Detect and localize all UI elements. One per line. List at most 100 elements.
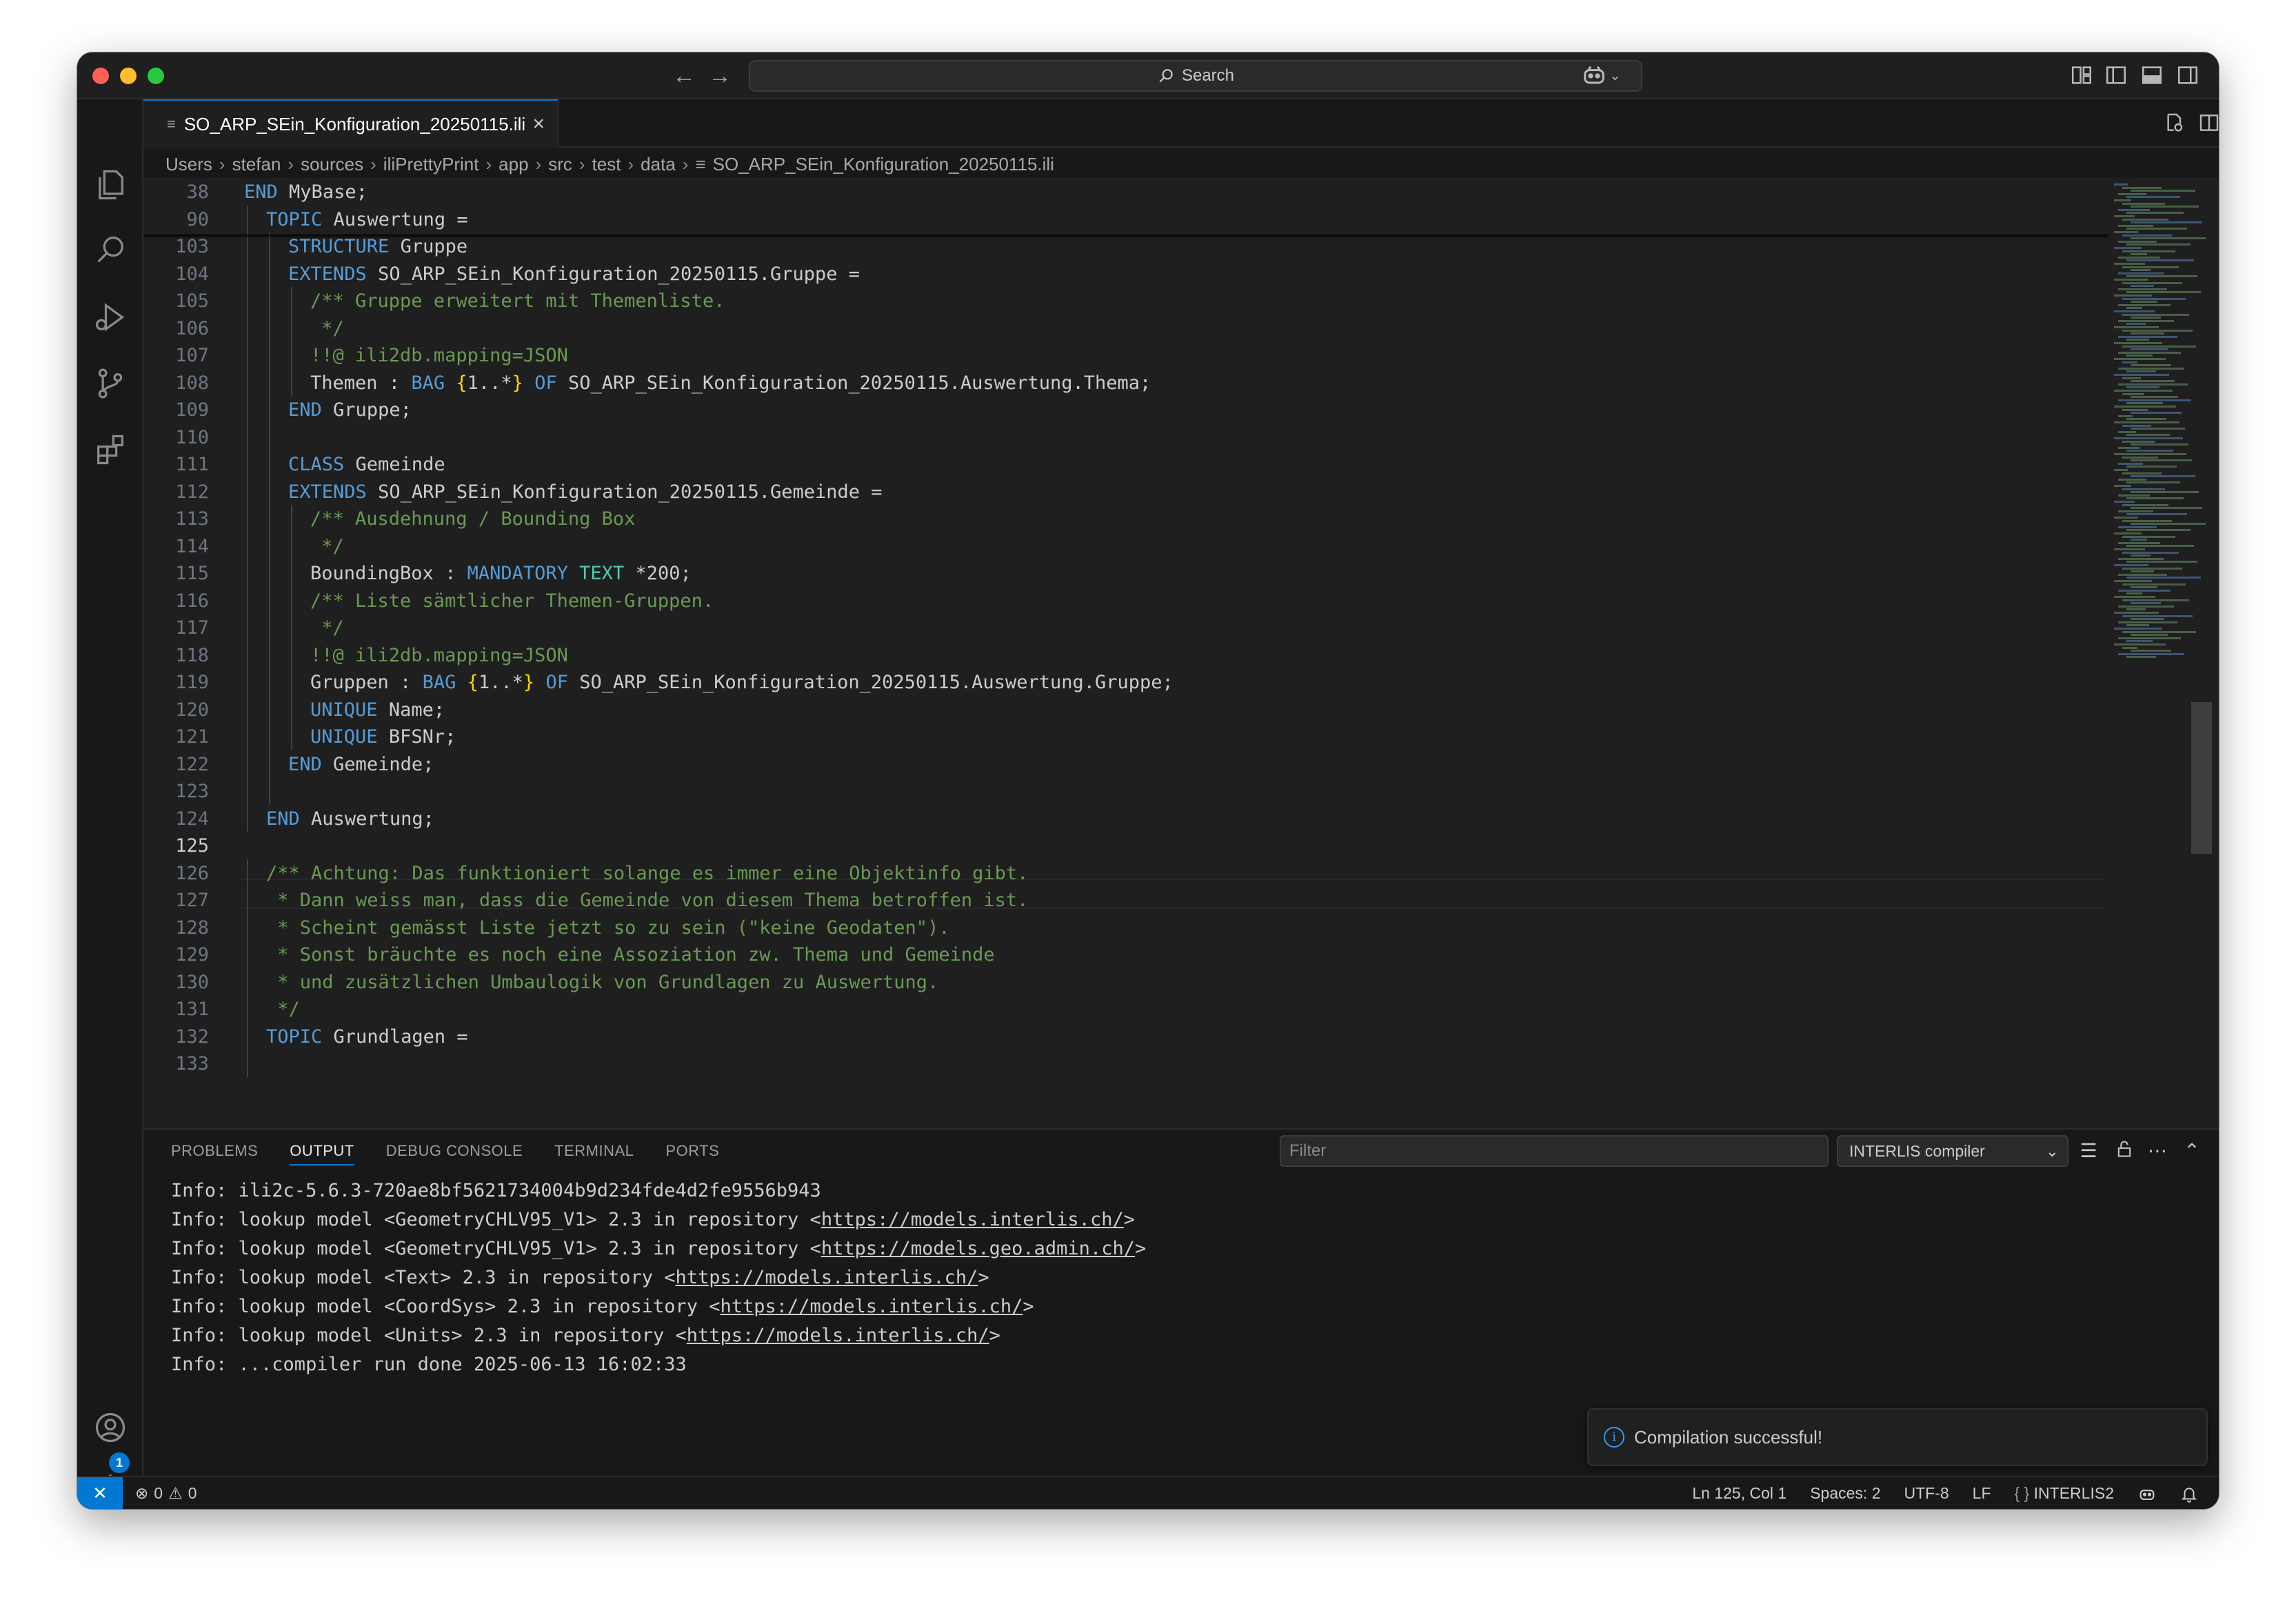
code-editor[interactable]: 38 END MyBase; 90 TOPIC Auswertung = 103 STRU…	[143, 178, 2219, 1174]
panel-tab-ports[interactable]: PORTS	[665, 1142, 719, 1165]
output-link[interactable]: https://models.interlis.ch/	[676, 1267, 978, 1288]
code-token: BFSNr;	[388, 726, 456, 748]
code-token: SO_ARP_SEin_Konfiguration_20250115.Gemei…	[378, 481, 883, 503]
line-number: 113	[175, 508, 209, 530]
minimap-line	[2126, 497, 2184, 500]
indent-guide	[247, 341, 248, 369]
notification-toast[interactable]: i Compilation successful!	[1587, 1408, 2208, 1466]
compare-changes-icon[interactable]	[2164, 112, 2188, 137]
keyword-token: EXTENDS	[288, 263, 367, 285]
lock-scroll-icon[interactable]	[2113, 1139, 2136, 1163]
code-line: 123	[143, 777, 2108, 806]
output-filter-input[interactable]: Filter	[1280, 1135, 1829, 1167]
indent-guide	[247, 259, 248, 287]
breadcrumb-item[interactable]: Users	[165, 154, 212, 175]
copilot-status-icon[interactable]	[2137, 1477, 2157, 1509]
minimap-line	[2122, 313, 2189, 316]
problems-status[interactable]: ⊗ 0 ⚠ 0	[135, 1477, 197, 1509]
panel-tab-debug-console[interactable]: DEBUG CONSOLE	[386, 1142, 523, 1165]
line-number: 116	[175, 590, 209, 612]
line-number: 123	[175, 781, 209, 802]
breadcrumb-item[interactable]: sources	[301, 154, 363, 175]
minimap-line	[2114, 342, 2162, 344]
extensions-icon[interactable]	[92, 432, 128, 468]
minimap-line	[2118, 208, 2150, 211]
bracket-token: {	[467, 672, 479, 693]
breadcrumb-item[interactable]: test	[592, 154, 621, 175]
minimap-line	[2131, 269, 2151, 272]
indent-guide	[247, 614, 248, 641]
line-number: 107	[175, 345, 209, 366]
tab-filename: SO_ARP_SEin_Konfiguration_20250115.ili	[183, 113, 526, 134]
customize-layout-icon[interactable]	[2070, 63, 2095, 88]
minimap[interactable]	[2111, 178, 2215, 674]
explorer-icon[interactable]	[92, 167, 128, 203]
output-text-tail: >	[1134, 1238, 1147, 1259]
output-link[interactable]: https://models.interlis.ch/	[821, 1209, 1124, 1230]
run-debug-icon[interactable]	[92, 299, 128, 335]
minimap-line	[2118, 573, 2167, 576]
copilot-menu-chevron-icon[interactable]: ⌄	[1609, 63, 1634, 88]
breadcrumb-item[interactable]: iliPrettyPrint	[383, 154, 479, 175]
bracket-token: }	[523, 672, 535, 693]
toggle-panel-icon[interactable]	[2140, 63, 2165, 88]
code-line: 127 * Dann weiss man, dass die Gemeinde …	[143, 886, 2108, 915]
output-link[interactable]: https://models.geo.admin.ch/	[821, 1238, 1135, 1259]
panel-tab-problems[interactable]: PROBLEMS	[171, 1142, 258, 1165]
encoding[interactable]: UTF-8	[1904, 1477, 1949, 1509]
split-editor-icon[interactable]	[2198, 112, 2219, 137]
close-panel-icon[interactable]: ×	[2215, 1139, 2219, 1163]
indent-guide	[247, 804, 248, 832]
search-icon[interactable]	[92, 232, 128, 268]
code-line: 126 /** Achtung: Das funktioniert solange…	[143, 859, 2108, 888]
editor-scrollbar[interactable]	[2191, 702, 2212, 854]
language-mode[interactable]: { } INTERLIS2	[2015, 1477, 2114, 1509]
breadcrumb-item[interactable]: SO_ARP_SEin_Konfiguration_20250115.ili	[713, 154, 1054, 175]
toggle-secondary-sidebar-icon[interactable]	[2176, 63, 2201, 88]
tab-editor-file[interactable]: ≡ SO_ARP_SEin_Konfiguration_20250115.ili…	[143, 99, 558, 148]
output-link[interactable]: https://models.interlis.ch/	[721, 1296, 1023, 1317]
remote-indicator-icon[interactable]: ✕	[77, 1477, 123, 1509]
code-line: 105 /** Gruppe erweitert mit Themenliste.	[143, 287, 2108, 316]
minimap-line	[2122, 329, 2193, 332]
command-center-search[interactable]: Search	[749, 60, 1642, 92]
panel-tab-output[interactable]: OUTPUT	[290, 1142, 354, 1165]
notifications-bell-icon[interactable]	[2180, 1477, 2198, 1509]
minimap-line	[2114, 183, 2128, 186]
breadcrumb-item[interactable]: app	[499, 154, 528, 175]
output-channel-select[interactable]: INTERLIS compiler ⌄	[1837, 1135, 2068, 1167]
file-lines-icon: ≡	[167, 115, 176, 132]
minimize-window-button[interactable]	[120, 68, 137, 84]
cursor-position[interactable]: Ln 125, Col 1	[1692, 1477, 1786, 1509]
toggle-primary-sidebar-icon[interactable]	[2104, 63, 2129, 88]
maximize-panel-icon[interactable]: ⌃	[2180, 1139, 2204, 1163]
output-link[interactable]: https://models.interlis.ch/	[687, 1325, 989, 1346]
indent-guide	[247, 668, 248, 696]
clear-output-icon[interactable]: ☰	[2077, 1139, 2100, 1163]
panel-tab-terminal[interactable]: TERMINAL	[554, 1142, 634, 1165]
panel-more-icon[interactable]: ⋯	[2146, 1139, 2169, 1163]
minimap-line	[2114, 421, 2179, 423]
indent-guide	[269, 695, 270, 723]
keyword-token: OF	[545, 672, 568, 693]
close-tab-icon[interactable]: ×	[532, 112, 545, 136]
end-of-line[interactable]: LF	[1973, 1477, 1991, 1509]
line-number: 112	[175, 481, 209, 503]
close-window-button[interactable]	[92, 68, 109, 84]
line-code: */	[310, 314, 344, 343]
minimap-line	[2122, 614, 2193, 617]
forward-arrow-icon[interactable]: →	[706, 62, 734, 90]
indent-guide	[247, 750, 248, 777]
minimap-line	[2131, 380, 2175, 383]
error-icon: ⊗	[135, 1484, 149, 1502]
source-control-icon[interactable]	[92, 366, 128, 401]
copilot-icon[interactable]	[1580, 62, 1605, 87]
breadcrumb-item[interactable]: src	[548, 154, 572, 175]
breadcrumb-item[interactable]: data	[641, 154, 676, 175]
zoom-window-button[interactable]	[148, 68, 164, 84]
output-text: Info: lookup model <GeometryCHLV95_V1> 2…	[171, 1238, 821, 1259]
accounts-icon[interactable]	[92, 1410, 128, 1445]
breadcrumb-item[interactable]: stefan	[232, 154, 281, 175]
back-arrow-icon[interactable]: ←	[670, 62, 698, 90]
indentation[interactable]: Spaces: 2	[1810, 1477, 1880, 1509]
